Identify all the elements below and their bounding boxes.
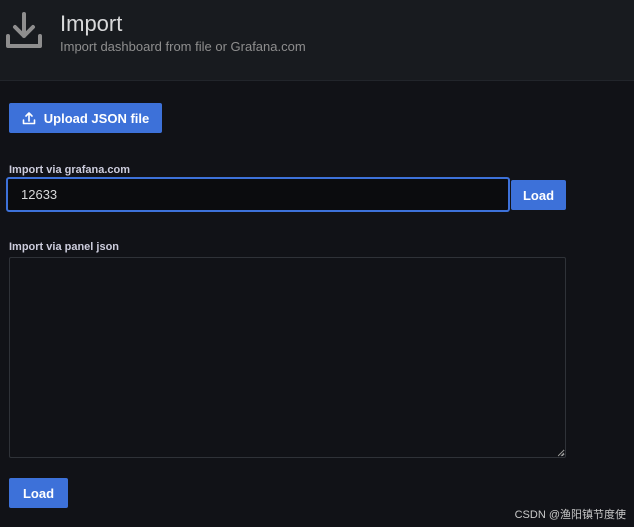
resize-handle-icon[interactable] (557, 449, 565, 457)
upload-json-label: Upload JSON file (43, 110, 150, 126)
page-subtitle: Import dashboard from file or Grafana.co… (60, 39, 306, 54)
page-title: Import (60, 11, 123, 36)
page-header: Import Import dashboard from file or Gra… (0, 0, 634, 81)
grafana-load-button[interactable]: Load (511, 180, 566, 210)
panel-json-load-button[interactable]: Load (9, 478, 68, 508)
panel-json-textarea[interactable] (9, 257, 566, 458)
panel-json-label: Import via panel json (9, 241, 120, 253)
watermark: CSDN @渔阳镇节度使 (514, 509, 626, 521)
grafana-import-label: Import via grafana.com (9, 164, 131, 176)
download-icon (6, 12, 42, 48)
grafana-id-input[interactable] (6, 177, 510, 212)
upload-json-button[interactable]: Upload JSON file (9, 103, 162, 133)
upload-icon (22, 112, 36, 125)
